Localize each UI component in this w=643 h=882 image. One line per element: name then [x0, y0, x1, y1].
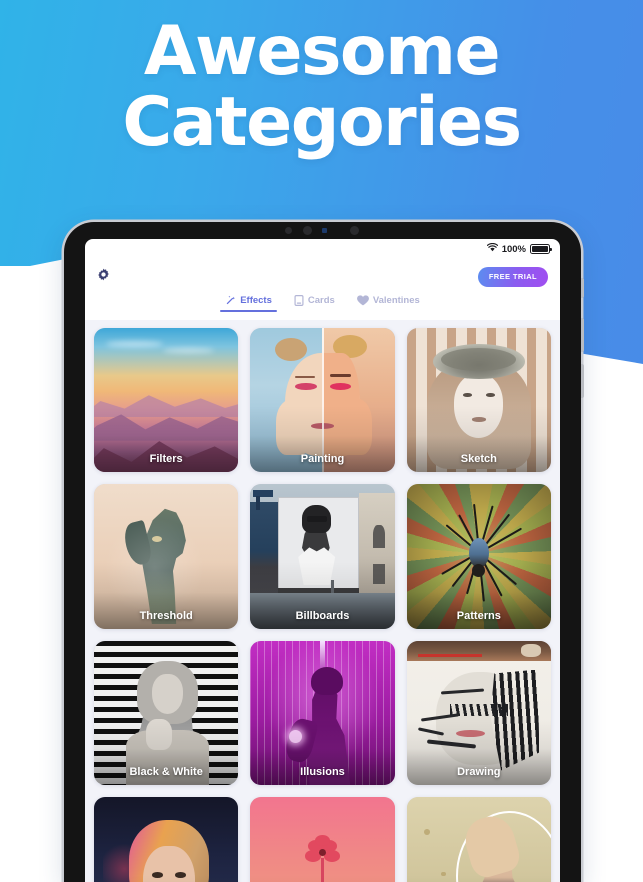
category-card-label: Filters	[94, 405, 239, 473]
category-card-label: Drawing	[406, 718, 551, 785]
category-card-label: Black & White	[94, 718, 239, 785]
sensor-dot-1	[285, 227, 292, 234]
category-card-label: Sketch	[406, 405, 551, 473]
category-card-billboards[interactable]: Billboards	[250, 484, 395, 629]
device-screen: 100% FREE TRIAL Effects Cards Valentines…	[85, 239, 560, 882]
category-card-threshold[interactable]: Threshold	[94, 484, 239, 629]
category-card-label	[94, 874, 239, 882]
wifi-icon	[486, 242, 498, 255]
category-card-painting[interactable]: Painting	[250, 328, 395, 473]
tab-cards[interactable]: Cards	[294, 295, 335, 312]
magic-wand-icon	[226, 295, 236, 305]
device-button-power[interactable]	[581, 278, 584, 298]
category-card-row4-2[interactable]	[250, 796, 395, 882]
heart-icon	[356, 295, 369, 306]
tab-valentines[interactable]: Valentines	[356, 295, 420, 312]
status-bar: 100%	[85, 239, 560, 259]
headline-line-2: Categories	[122, 82, 522, 162]
tablet-device-frame: 100% FREE TRIAL Effects Cards Valentines…	[64, 222, 584, 882]
category-card-label: Threshold	[94, 562, 239, 629]
card-artwork	[406, 796, 551, 882]
category-card-row4-1[interactable]	[94, 796, 239, 882]
headline-line-1: Awesome	[143, 12, 501, 91]
app-header: FREE TRIAL	[85, 259, 560, 295]
battery-fill	[532, 246, 548, 252]
card-artwork	[94, 796, 239, 882]
device-button-volume-down[interactable]	[581, 364, 584, 398]
category-card-label	[406, 874, 551, 882]
device-button-volume-up[interactable]	[581, 318, 584, 352]
gear-icon[interactable]	[97, 268, 110, 286]
category-card-black-and-white[interactable]: Black & White	[94, 640, 239, 785]
sensor-dot-4	[350, 226, 359, 235]
tab-valentines-label: Valentines	[372, 295, 420, 306]
card-icon	[294, 295, 304, 306]
category-card-label	[250, 874, 395, 882]
category-card-label: Painting	[250, 405, 395, 473]
category-card-illusions[interactable]: Illusions	[250, 640, 395, 785]
category-card-label: Patterns	[406, 562, 551, 629]
category-card-label: Billboards	[250, 562, 395, 629]
free-trial-button[interactable]: FREE TRIAL	[477, 267, 548, 287]
category-card-label: Illusions	[250, 718, 395, 785]
tab-cards-label: Cards	[307, 295, 335, 306]
battery-percent-label: 100%	[501, 243, 526, 255]
front-camera-icon	[303, 226, 312, 235]
category-card-patterns[interactable]: Patterns	[406, 484, 551, 629]
category-grid-area[interactable]: Filters Painting Sketch Threshold Billbo…	[85, 320, 560, 882]
category-card-filters[interactable]: Filters	[94, 328, 239, 473]
category-card-drawing[interactable]: Drawing	[406, 640, 551, 785]
tab-bar: Effects Cards Valentines	[85, 295, 560, 319]
category-card-sketch[interactable]: Sketch	[406, 328, 551, 473]
promo-headline: Awesome Categories	[0, 12, 643, 162]
category-grid: Filters Painting Sketch Threshold Billbo…	[94, 328, 551, 882]
tab-effects[interactable]: Effects	[220, 295, 277, 312]
category-card-row4-3[interactable]	[406, 796, 551, 882]
card-artwork	[250, 796, 395, 882]
sensor-dot-3	[322, 228, 327, 233]
battery-icon	[530, 244, 553, 254]
tab-effects-label: Effects	[240, 295, 272, 306]
